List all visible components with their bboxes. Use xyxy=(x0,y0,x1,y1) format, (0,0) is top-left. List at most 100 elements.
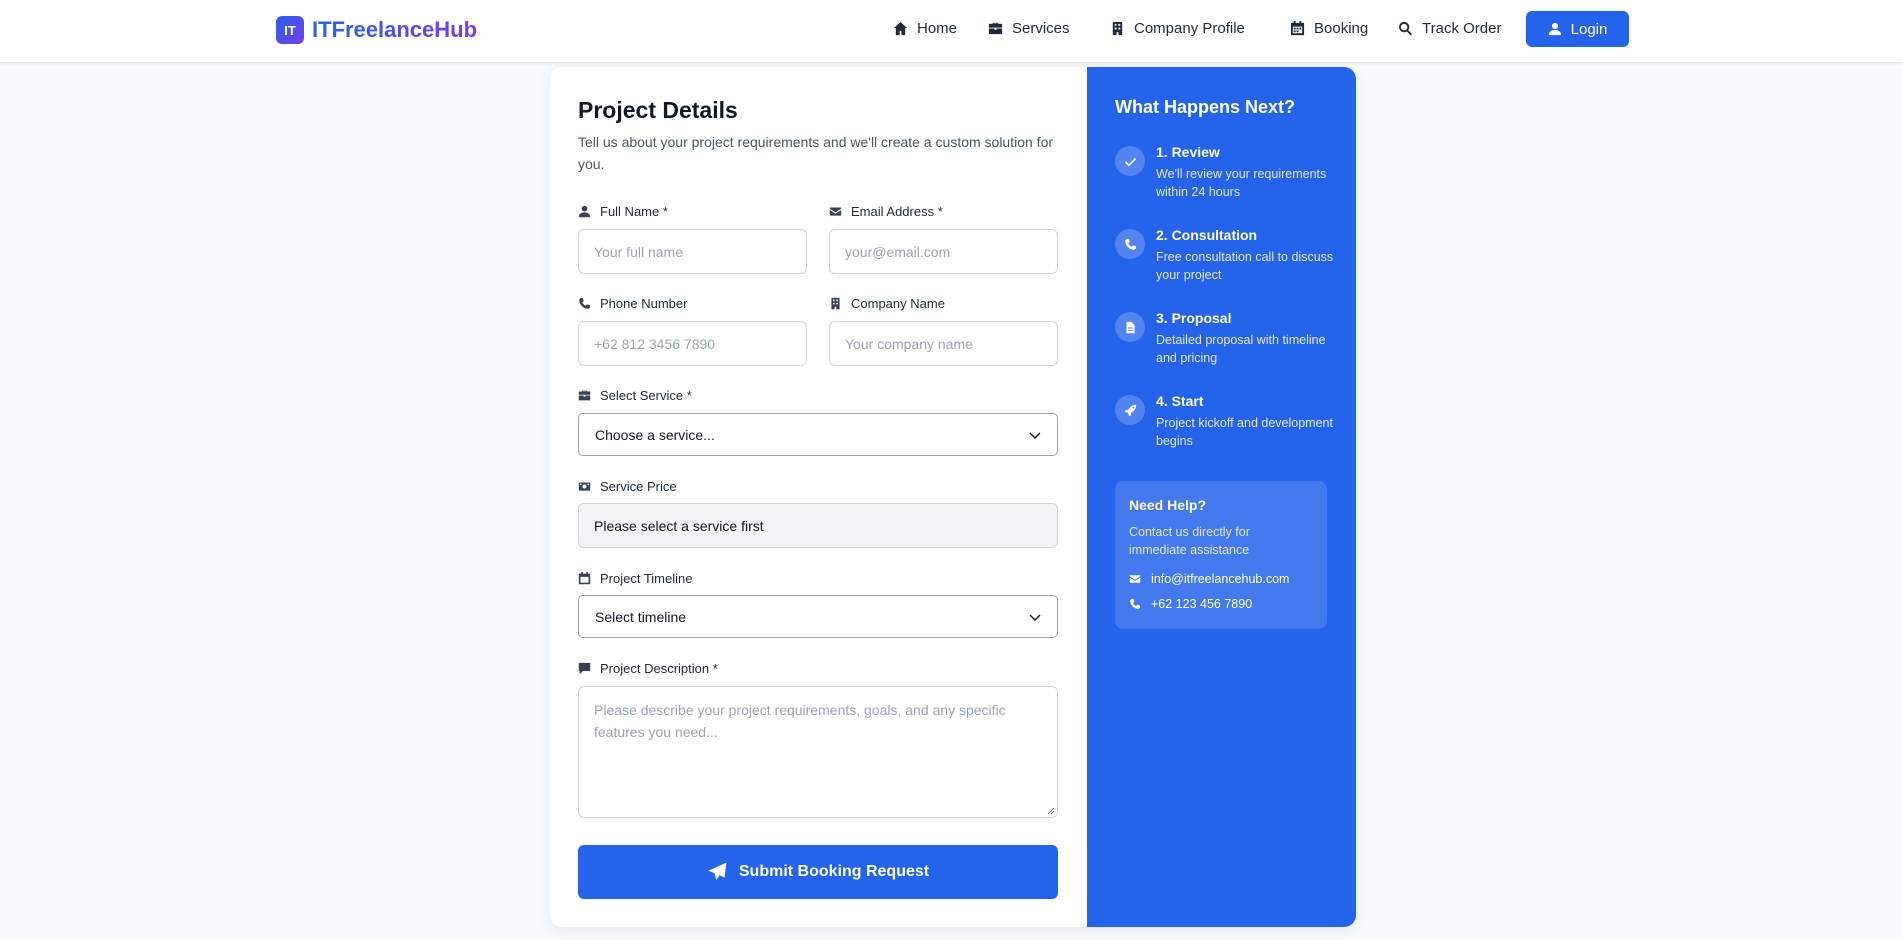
form-subtitle: Tell us about your project requirements … xyxy=(578,134,1054,172)
step-icon-wrap xyxy=(1115,229,1145,259)
form-title: Project Details xyxy=(578,97,738,123)
user-icon xyxy=(1548,22,1561,36)
nav-services[interactable]: Services xyxy=(988,20,1070,37)
step-desc: We'll review your requirements within 24… xyxy=(1156,167,1327,199)
building-icon xyxy=(831,297,840,310)
step-start: 4. Start Project kickoff and development… xyxy=(1115,393,1335,455)
service-select[interactable]: Choose a service... xyxy=(578,413,1058,456)
search-icon xyxy=(1399,21,1412,36)
document-icon xyxy=(1125,321,1135,333)
email-placeholder: your@email.com xyxy=(845,243,951,260)
user-icon xyxy=(578,205,591,218)
nav-services-label: Services xyxy=(1012,20,1070,37)
calendar-icon xyxy=(1290,21,1305,36)
need-help-box: Need Help? Contact us directly for immed… xyxy=(1115,481,1327,629)
company-label-text: Company Name xyxy=(851,296,945,311)
calendar-icon xyxy=(578,572,591,585)
service-label: Select Service * xyxy=(578,388,692,403)
money-icon xyxy=(578,482,591,491)
help-email-link[interactable]: info@itfreelancehub.com xyxy=(1129,572,1289,586)
check-icon xyxy=(1124,157,1136,166)
sidebar-title: What Happens Next? xyxy=(1115,97,1296,117)
timeline-selected: Select timeline xyxy=(595,608,687,625)
nav-track-order[interactable]: Track Order xyxy=(1398,20,1501,37)
nav-booking-label: Booking xyxy=(1314,20,1369,37)
company-placeholder: Your company name xyxy=(845,335,973,352)
step-icon-wrap xyxy=(1115,395,1145,425)
phone-input[interactable]: +62 812 3456 7890 xyxy=(578,321,807,366)
project-details-form: Project Details Tell us about your proje… xyxy=(550,67,1087,927)
rocket-icon xyxy=(1124,404,1136,416)
step-title: 1. Review xyxy=(1156,144,1220,160)
price-label: Service Price xyxy=(578,479,677,494)
envelope-icon xyxy=(829,207,842,216)
timeline-select[interactable]: Select timeline xyxy=(578,595,1058,638)
help-email: info@itfreelancehub.com xyxy=(1151,572,1290,586)
email-label: Email Address * xyxy=(829,204,943,219)
phone-icon xyxy=(579,297,591,309)
resize-handle-icon[interactable] xyxy=(1047,807,1055,815)
submit-label: Submit Booking Request xyxy=(738,863,930,880)
step-proposal: 3. Proposal Detailed proposal with timel… xyxy=(1115,310,1335,372)
what-happens-next-panel: What Happens Next? 1. Review We'll revie… xyxy=(1087,67,1356,927)
nav-company-profile-label: Company Profile xyxy=(1134,20,1245,37)
step-title: 2. Consultation xyxy=(1156,227,1258,243)
booking-card: Project Details Tell us about your proje… xyxy=(550,67,1356,927)
full-name-label-text: Full Name * xyxy=(600,204,668,219)
step-title: 3. Proposal xyxy=(1156,310,1232,326)
price-label-text: Service Price xyxy=(600,479,677,494)
nav-home[interactable]: Home xyxy=(893,20,957,37)
company-label: Company Name xyxy=(829,296,945,311)
step-consultation: 2. Consultation Free consultation call t… xyxy=(1115,227,1335,289)
brand-badge: IT xyxy=(276,16,304,44)
service-selected: Choose a service... xyxy=(595,426,715,443)
chevron-down-icon xyxy=(1029,614,1041,621)
submit-booking-button[interactable]: Submit Booking Request xyxy=(578,845,1058,899)
help-desc: Contact us directly for immediate assist… xyxy=(1129,525,1250,557)
briefcase-icon xyxy=(578,390,591,401)
nav-booking[interactable]: Booking xyxy=(1290,20,1368,37)
step-desc: Free consultation call to discuss your p… xyxy=(1156,250,1334,282)
help-title: Need Help? xyxy=(1129,497,1207,513)
timeline-label: Project Timeline xyxy=(578,571,692,586)
email-input[interactable]: your@email.com xyxy=(829,229,1058,274)
timeline-label-text: Project Timeline xyxy=(600,571,693,586)
paper-plane-icon xyxy=(708,862,727,881)
service-price-value: Please select a service first xyxy=(594,517,764,534)
help-phone: +62 123 456 7890 xyxy=(1151,597,1253,611)
company-input[interactable]: Your company name xyxy=(829,321,1058,366)
phone-placeholder: +62 812 3456 7890 xyxy=(594,335,716,352)
top-navbar: IT ITFreelanceHub Home Services Company … xyxy=(0,0,1903,62)
home-icon xyxy=(893,21,908,36)
login-label: Login xyxy=(1570,20,1608,38)
brand-logo[interactable]: IT ITFreelanceHub xyxy=(276,16,477,44)
email-label-text: Email Address * xyxy=(851,204,943,219)
nav-track-order-label: Track Order xyxy=(1422,20,1502,37)
building-icon xyxy=(1112,21,1123,36)
chevron-down-icon xyxy=(1029,432,1041,439)
envelope-icon xyxy=(1129,575,1141,583)
phone-icon xyxy=(1130,598,1141,609)
login-button[interactable]: Login xyxy=(1526,11,1629,47)
step-title: 4. Start xyxy=(1156,393,1204,409)
step-review: 1. Review We'll review your requirements… xyxy=(1115,144,1335,206)
step-desc: Detailed proposal with timeline and pric… xyxy=(1156,333,1326,365)
nav-company-profile[interactable]: Company Profile xyxy=(1110,20,1245,37)
full-name-placeholder: Your full name xyxy=(594,243,683,260)
help-phone-link[interactable]: +62 123 456 7890 xyxy=(1129,597,1252,611)
description-label: Project Description * xyxy=(578,661,718,676)
full-name-label: Full Name * xyxy=(578,204,668,219)
phone-label-text: Phone Number xyxy=(600,296,688,311)
description-textarea[interactable]: Please describe your project requirement… xyxy=(578,686,1058,818)
step-icon-wrap xyxy=(1115,312,1145,342)
phone-icon xyxy=(1124,238,1136,250)
comment-icon xyxy=(578,662,591,675)
nav-home-label: Home xyxy=(917,20,958,37)
full-name-input[interactable]: Your full name xyxy=(578,229,807,274)
brand-name: ITFreelanceHub xyxy=(312,17,478,42)
briefcase-icon xyxy=(988,22,1003,35)
description-placeholder: Please describe your project requirement… xyxy=(594,702,1006,740)
step-desc: Project kickoff and development begins xyxy=(1156,416,1333,448)
phone-label: Phone Number xyxy=(578,296,687,311)
description-label-text: Project Description * xyxy=(600,661,718,676)
